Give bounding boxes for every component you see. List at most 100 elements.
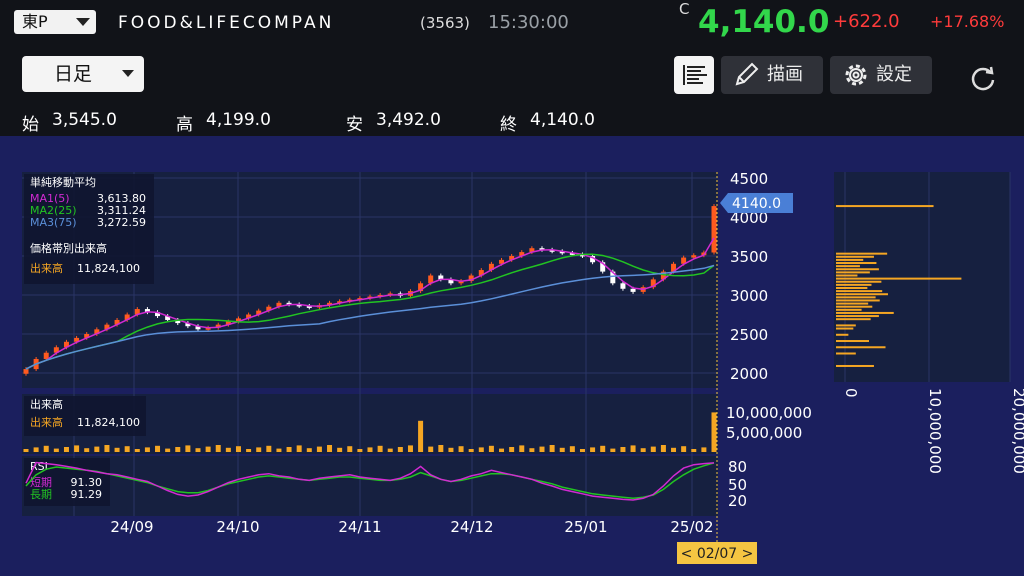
price-change: +622.0 <box>833 11 900 32</box>
vp-bar <box>836 296 876 299</box>
volume-bar <box>590 447 596 452</box>
market-select[interactable]: 東P <box>14 10 96 34</box>
current-price-tag-label: 4140.0 <box>732 196 781 212</box>
volume-bar <box>316 446 322 452</box>
rsi-tick-20: 20 <box>728 492 747 510</box>
volume-bar <box>519 445 525 452</box>
volume-bar <box>529 448 535 452</box>
candle-body <box>23 369 29 374</box>
main-legend-title: 単純移動平均 <box>30 175 96 189</box>
vp-bar <box>836 352 856 355</box>
volume-bar <box>53 448 59 452</box>
list-button[interactable] <box>674 56 714 94</box>
candle-body <box>43 352 49 359</box>
vp-bar <box>836 274 858 277</box>
volume-bar <box>134 449 140 452</box>
stock-chart[interactable]: 単純移動平均 MA1(5) 3,613.80 MA2(25) 3,311.24 … <box>0 136 1024 576</box>
volume-bar <box>215 445 221 452</box>
volume-bar <box>327 445 333 452</box>
volume-legend-value: 11,824,100 <box>77 416 140 429</box>
vp-bar <box>836 308 862 311</box>
volume-bar <box>478 447 484 452</box>
vp-bar <box>836 277 962 280</box>
volume-bar <box>33 447 39 452</box>
volume-bar <box>499 448 505 452</box>
quote-time: 15:30:00 <box>488 12 569 33</box>
volume-bar <box>357 449 363 452</box>
volume-bar <box>195 448 201 452</box>
date-label-2409: 24/09 <box>110 518 153 536</box>
volume-bar <box>660 445 666 452</box>
draw-label: 描画 <box>767 64 803 85</box>
volume-bar <box>74 445 80 452</box>
volume-bar <box>448 447 454 452</box>
volume-bar <box>600 445 606 452</box>
price-tick-3500: 3500 <box>730 248 768 266</box>
volume-bar <box>579 449 585 452</box>
market-label: 東P <box>22 12 48 31</box>
high-label: 高 <box>176 115 193 135</box>
vp-bar <box>836 340 869 343</box>
volume-bar <box>691 449 697 452</box>
open-value: 3,545.0 <box>52 110 117 130</box>
volume-bar <box>205 446 211 452</box>
volume-bar <box>559 447 565 452</box>
period-select[interactable]: 日足 <box>22 56 144 92</box>
volume-bar <box>225 447 231 452</box>
rsi-long-value: 91.29 <box>71 488 103 501</box>
rsi-tick-80: 80 <box>728 458 747 476</box>
volume-bar <box>610 448 616 452</box>
candle-body <box>620 283 626 289</box>
settings-button[interactable]: 設定 <box>830 56 932 94</box>
vp-bar <box>836 299 880 302</box>
date-label-2412: 24/12 <box>450 518 493 536</box>
crosshair-date-label: < 02/07 > <box>681 546 754 562</box>
vp-legend-value: 11,824,100 <box>77 262 140 275</box>
volume-bar <box>43 445 49 452</box>
volume-bar <box>438 445 444 452</box>
refresh-icon[interactable] <box>968 64 998 94</box>
volume-bar <box>640 448 646 452</box>
volume-tick-10m: 10,000,000 <box>726 404 812 422</box>
volume-tick-5m: 5,000,000 <box>726 424 802 442</box>
period-label: 日足 <box>54 63 93 85</box>
price-tick-2500: 2500 <box>730 326 768 344</box>
volume-bar <box>428 446 434 452</box>
vp-bar <box>836 290 883 293</box>
ma3-value: 3,272.59 <box>97 216 146 229</box>
low-label: 安 <box>346 115 363 135</box>
vp-bar <box>836 283 872 286</box>
vp-bar <box>836 205 934 208</box>
header-bar: 東P FOOD&LIFECOMPAN (3563) 15:30:00 C 4,1… <box>0 0 1024 46</box>
volume-bar <box>650 446 656 452</box>
date-label-2502: 25/02 <box>670 518 713 536</box>
vp-bar <box>836 318 871 321</box>
price-tick-2000: 2000 <box>730 365 768 383</box>
date-label-2410: 24/10 <box>216 518 259 536</box>
volume-bar <box>337 447 343 452</box>
close-value: 4,140.0 <box>530 110 595 130</box>
price-change-percent: +17.68% <box>930 12 1005 31</box>
current-price: 4,140.0 <box>698 4 830 40</box>
volume-bar <box>63 447 69 452</box>
price-tick-3000: 3000 <box>730 287 768 305</box>
vp-legend-title: 価格帯別出来高 <box>30 241 107 255</box>
draw-button[interactable]: 描画 <box>721 56 823 94</box>
volume-bar <box>306 448 312 452</box>
volume-bar <box>94 446 100 452</box>
gear-icon <box>845 64 867 86</box>
volume-bar <box>84 448 90 452</box>
volume-legend-title: 出来高 <box>30 397 63 411</box>
volume-bar <box>104 445 110 452</box>
vp-tick-10m: 10,000,000 <box>926 388 944 474</box>
volume-bar <box>286 447 292 452</box>
volume-bar <box>367 447 373 452</box>
volume-legend-label: 出来高 <box>30 415 63 429</box>
vp-bar <box>836 252 888 255</box>
volume-bar <box>539 446 545 452</box>
price-tick-4500: 4500 <box>730 170 768 188</box>
vp-tick-0: 0 <box>842 388 860 398</box>
volume-bar <box>549 445 555 452</box>
vp-bar <box>836 280 882 283</box>
rsi-long-label: 長期 <box>30 488 52 501</box>
